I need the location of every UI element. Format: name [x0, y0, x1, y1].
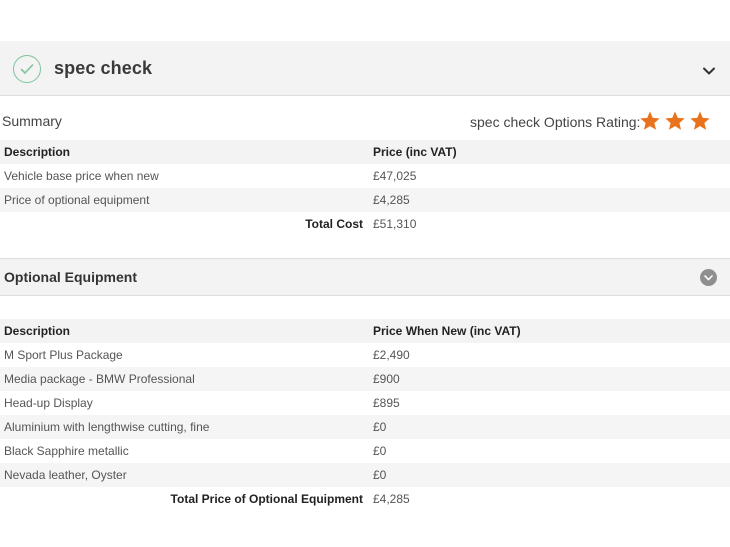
summary-row: Summary spec check Options Rating: — [0, 104, 730, 138]
optional-equipment-table: Description Price When New (inc VAT) M S… — [0, 319, 730, 511]
row-price: £2,490 — [373, 348, 410, 362]
total-label: Total Price of Optional Equipment — [170, 492, 363, 506]
check-circle-icon — [13, 55, 41, 83]
row-price: £895 — [373, 396, 400, 410]
chevron-down-icon[interactable] — [702, 63, 716, 75]
options-rating-label: spec check Options Rating: — [470, 114, 641, 130]
row-description: Aluminium with lengthwise cutting, fine — [0, 415, 369, 439]
section-title: Optional Equipment — [4, 269, 137, 285]
options-rating-stars — [639, 110, 711, 132]
row-description: Vehicle base price when new — [4, 169, 159, 183]
row-description: Black Sapphire metallic — [4, 444, 129, 458]
total-value: £4,285 — [373, 492, 410, 506]
table-row: Aluminium with lengthwise cutting, fine … — [0, 415, 730, 439]
total-label: Total Cost — [305, 217, 363, 231]
row-price: £4,285 — [369, 188, 730, 212]
row-description: Head-up Display — [4, 396, 93, 410]
row-description: Nevada leather, Oyster — [0, 463, 369, 487]
total-row: Total Price of Optional Equipment £4,285 — [0, 487, 730, 511]
table-row: Black Sapphire metallic £0 — [0, 439, 730, 463]
table-header-row: Description Price (inc VAT) — [0, 140, 730, 164]
page-title: spec check — [54, 58, 153, 78]
row-description: Media package - BMW Professional — [0, 367, 369, 391]
column-header-description: Description — [0, 319, 369, 343]
table-row: Media package - BMW Professional £900 — [0, 367, 730, 391]
summary-label: Summary — [2, 113, 62, 129]
star-icon — [665, 111, 685, 130]
table-header-row: Description Price When New (inc VAT) — [0, 319, 730, 343]
table-row: Price of optional equipment £4,285 — [0, 188, 730, 212]
star-icon — [640, 111, 660, 130]
column-header-price: Price (inc VAT) — [369, 140, 730, 164]
star-icon — [690, 111, 710, 130]
row-price: £0 — [369, 463, 730, 487]
row-description: Price of optional equipment — [0, 188, 369, 212]
column-header-price: Price When New (inc VAT) — [369, 319, 730, 343]
table-row: Nevada leather, Oyster £0 — [0, 463, 730, 487]
spec-check-header[interactable]: spec check — [0, 41, 730, 96]
row-price: £0 — [373, 444, 387, 458]
summary-table: Description Price (inc VAT) Vehicle base… — [0, 140, 730, 236]
row-price: £0 — [369, 415, 730, 439]
column-header-description: Description — [0, 140, 369, 164]
table-row: M Sport Plus Package £2,490 — [0, 343, 730, 367]
row-price: £47,025 — [373, 169, 417, 183]
table-row: Vehicle base price when new £47,025 — [0, 164, 730, 188]
chevron-down-icon[interactable] — [700, 269, 717, 286]
optional-equipment-header[interactable]: Optional Equipment — [0, 258, 730, 296]
row-price: £900 — [369, 367, 730, 391]
table-row: Head-up Display £895 — [0, 391, 730, 415]
total-row: Total Cost £51,310 — [0, 212, 730, 236]
row-description: M Sport Plus Package — [4, 348, 123, 362]
total-value: £51,310 — [373, 217, 417, 231]
